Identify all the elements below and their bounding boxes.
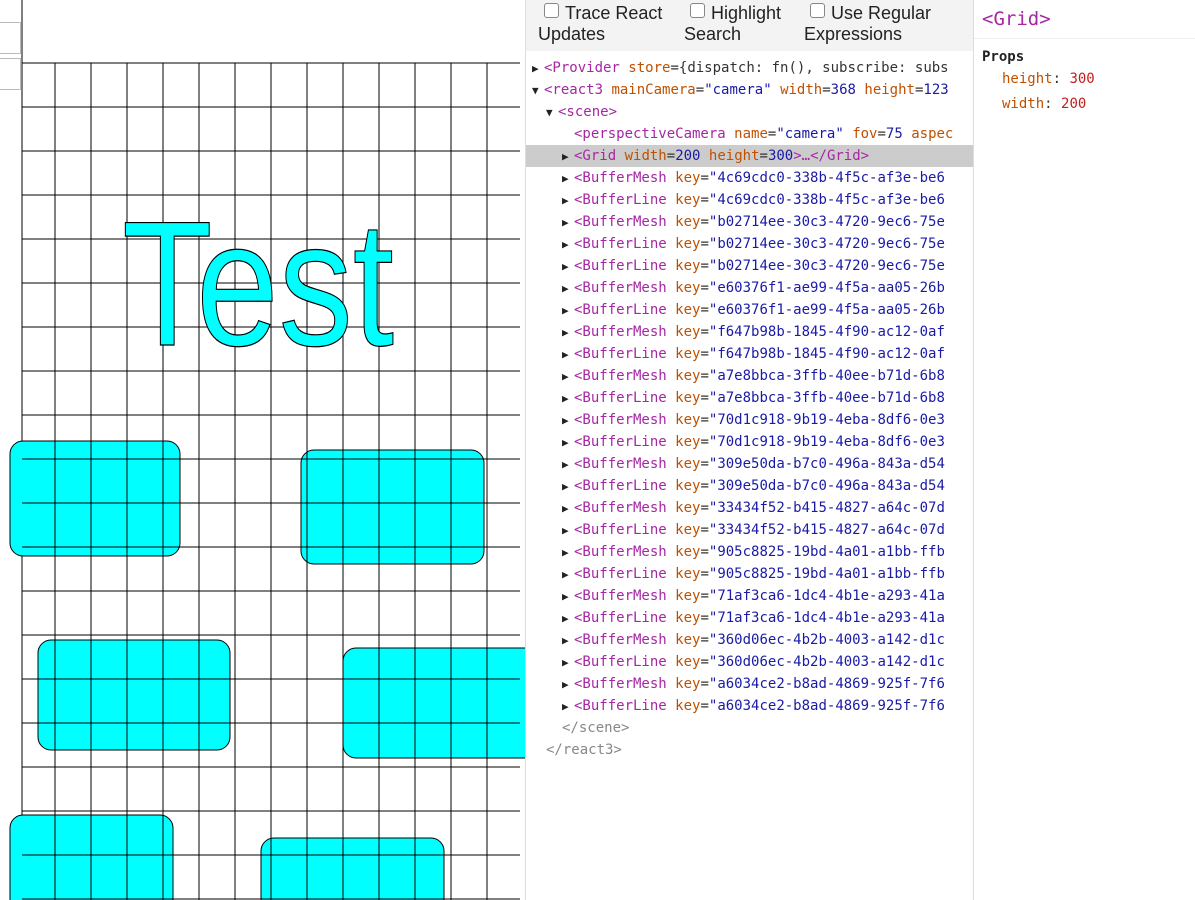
tree-node-buffer[interactable]: ▶ <BufferLine key="4c69cdc0-338b-4f5c-af3… [526,189,973,211]
option-label: Search [684,24,742,44]
expand-triangle-icon[interactable]: ▶ [562,256,574,278]
prop-row-width[interactable]: width: 200 [974,92,1195,117]
tree-node-perspective-camera[interactable]: <perspectiveCamera name="camera" fov=75 … [526,123,973,145]
expand-triangle-icon[interactable]: ▶ [562,476,574,498]
expand-triangle-icon[interactable]: ▶ [562,696,574,718]
highlight-search-checkbox[interactable] [690,3,705,18]
tree-node-buffer[interactable]: ▶ <BufferMesh key="360d06ec-4b2b-4003-a14… [526,629,973,651]
scene-block [37,639,231,751]
tree-node-provider[interactable]: ▶ <Provider store={dispatch: fn(), subscr… [526,57,973,79]
scene-text: Test [122,184,394,383]
option-label: Trace React [565,3,663,23]
tree-node-react3[interactable]: ▼ <react3 mainCamera="camera" width=368 h… [526,79,973,101]
shapes [9,440,525,900]
expand-triangle-icon[interactable]: ▶ [562,146,574,168]
expand-triangle-icon[interactable]: ▶ [562,520,574,542]
expand-triangle-icon[interactable]: ▶ [562,366,574,388]
tree-node-buffer[interactable]: ▶ <BufferMesh key="e60376f1-ae99-4f5a-aa0… [526,277,973,299]
expand-triangle-icon[interactable]: ▶ [562,608,574,630]
expand-triangle-icon[interactable]: ▶ [532,58,544,80]
tree-node-buffer[interactable]: ▶ <BufferMesh key="70d1c918-9b19-4eba-8df… [526,409,973,431]
tree-node-buffer[interactable]: ▶ <BufferMesh key="a7e8bbca-3ffb-40ee-b71… [526,365,973,387]
tree-node-buffer[interactable]: ▶ <BufferMesh key="33434f52-b415-4827-a64… [526,497,973,519]
expand-triangle-icon[interactable]: ▶ [562,168,574,190]
tree-node-buffer[interactable]: ▶ <BufferMesh key="b02714ee-30c3-4720-9ec… [526,211,973,233]
option-label: Highlight [711,3,782,23]
tree-node-react3-close: </react3> [546,742,622,758]
props-panel: <Grid> Props height: 300 width: 200 [973,0,1195,900]
tree-node-buffer[interactable]: ▶ <BufferLine key="b02714ee-30c3-4720-9ec… [526,233,973,255]
scene-canvas: Test [9,0,525,900]
expand-triangle-icon[interactable]: ▶ [562,630,574,652]
expand-triangle-icon[interactable]: ▶ [562,190,574,212]
tree-node-scene-close: </scene> [562,720,630,736]
component-tree-panel: Trace React Updates Highlight Search Use… [526,0,973,900]
expand-triangle-icon[interactable]: ▶ [562,234,574,256]
scene-block [9,440,181,557]
expand-triangle-icon[interactable]: ▶ [562,586,574,608]
selected-component-title: <Grid> [974,0,1195,39]
option-label: Updates [538,24,606,44]
expand-triangle-icon[interactable]: ▶ [562,432,574,454]
expand-triangle-icon[interactable]: ▶ [562,212,574,234]
tree-node-buffer[interactable]: ▶ <BufferLine key="a7e8bbca-3ffb-40ee-b71… [526,387,973,409]
tree-node-buffer[interactable]: ▶ <BufferMesh key="905c8825-19bd-4a01-a1b… [526,541,973,563]
expand-triangle-icon[interactable]: ▶ [562,344,574,366]
tree-node-buffer[interactable]: ▶ <BufferLine key="71af3ca6-1dc4-4b1e-a29… [526,607,973,629]
tree-node-buffer[interactable]: ▶ <BufferLine key="309e50da-b7c0-496a-843… [526,475,973,497]
tree-node-buffer[interactable]: ▶ <BufferLine key="905c8825-19bd-4a01-a1b… [526,563,973,585]
expand-triangle-icon[interactable]: ▶ [562,410,574,432]
tree-node-grid-selected[interactable]: ▶ <Grid width=200 height=300>…</Grid> [526,145,973,167]
tree-node-buffer[interactable]: ▶ <BufferLine key="a6034ce2-b8ad-4869-925… [526,695,973,717]
collapse-triangle-icon[interactable]: ▼ [546,102,558,124]
tree-node-scene[interactable]: ▼ <scene> [526,101,973,123]
expand-triangle-icon[interactable]: ▶ [562,300,574,322]
expand-triangle-icon[interactable]: ▶ [562,322,574,344]
option-label: Use Regular [831,3,932,23]
expand-triangle-icon[interactable]: ▶ [562,454,574,476]
canvas-viewport[interactable]: Test [0,0,526,900]
tree-node-buffer[interactable]: ▶ <BufferLine key="33434f52-b415-4827-a64… [526,519,973,541]
trace-react-updates-checkbox[interactable] [544,3,559,18]
tree-node-buffer[interactable]: ▶ <BufferMesh key="309e50da-b7c0-496a-843… [526,453,973,475]
tree-node-buffer[interactable]: ▶ <BufferMesh key="71af3ca6-1dc4-4b1e-a29… [526,585,973,607]
trace-react-updates-option[interactable]: Trace React Updates [538,3,663,45]
highlight-search-option[interactable]: Highlight Search [684,3,782,45]
scene-block [260,837,445,900]
prop-row-height[interactable]: height: 300 [974,67,1195,92]
tree-node-buffer[interactable]: ▶ <BufferLine key="b02714ee-30c3-4720-9ec… [526,255,973,277]
expand-triangle-icon[interactable]: ▶ [562,564,574,586]
use-regex-option[interactable]: Use Regular Expressions [804,3,932,45]
props-heading: Props [982,49,1025,65]
expand-triangle-icon[interactable]: ▶ [562,278,574,300]
expand-triangle-icon[interactable]: ▶ [562,652,574,674]
tree-lines: ▶ <Provider store={dispatch: fn(), subscr… [526,51,973,761]
collapse-triangle-icon[interactable]: ▼ [532,80,544,102]
expand-triangle-icon[interactable]: ▶ [562,388,574,410]
buffer-node-list: ▶ <BufferMesh key="4c69cdc0-338b-4f5c-af3… [526,167,973,717]
expand-triangle-icon[interactable]: ▶ [562,674,574,696]
tree-node-buffer[interactable]: ▶ <BufferLine key="e60376f1-ae99-4f5a-aa0… [526,299,973,321]
devtools-toolbar: Trace React Updates Highlight Search Use… [526,0,973,51]
tree-node-buffer[interactable]: ▶ <BufferMesh key="a6034ce2-b8ad-4869-925… [526,673,973,695]
expand-triangle-icon[interactable]: ▶ [562,542,574,564]
scene-block [342,647,525,759]
tree-node-buffer[interactable]: ▶ <BufferLine key="f647b98b-1845-4f90-ac1… [526,343,973,365]
use-regex-checkbox[interactable] [810,3,825,18]
option-label: Expressions [804,24,903,44]
tree-node-buffer[interactable]: ▶ <BufferLine key="70d1c918-9b19-4eba-8df… [526,431,973,453]
tree-node-buffer[interactable]: ▶ <BufferLine key="360d06ec-4b2b-4003-a14… [526,651,973,673]
expand-triangle-icon[interactable]: ▶ [562,498,574,520]
tree-node-buffer[interactable]: ▶ <BufferMesh key="f647b98b-1845-4f90-ac1… [526,321,973,343]
tree-node-buffer[interactable]: ▶ <BufferMesh key="4c69cdc0-338b-4f5c-af3… [526,167,973,189]
